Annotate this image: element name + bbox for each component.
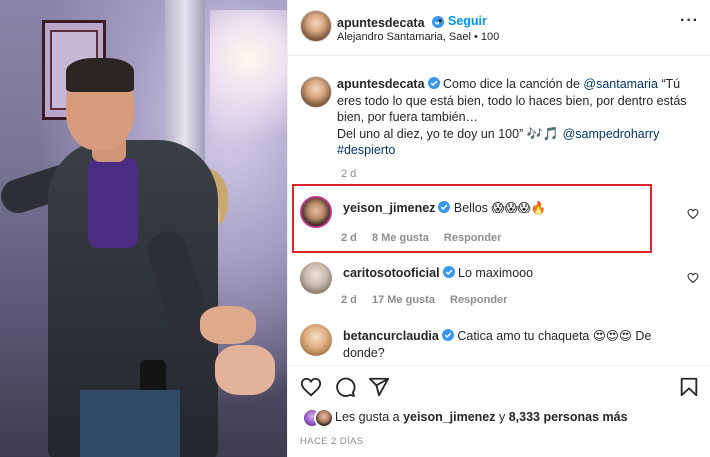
bookmark-icon[interactable] xyxy=(678,376,700,398)
liker-avatar xyxy=(314,408,334,428)
comment-avatar[interactable] xyxy=(300,324,332,356)
author-username[interactable]: apuntesdecata xyxy=(337,16,425,30)
author-avatar[interactable] xyxy=(300,10,332,42)
post-action-bar xyxy=(288,365,710,407)
media-man-hair xyxy=(66,58,134,92)
caption-mention-sampedroharry[interactable]: @sampedroharry xyxy=(563,127,660,141)
author-name-line: apuntesdecata xyxy=(337,14,444,32)
caption-music-emoji: 🎶🎵 xyxy=(526,125,560,141)
media-light xyxy=(210,10,287,170)
comment-meta: 2 d 17 Me gusta Responder xyxy=(341,294,519,306)
verified-icon xyxy=(427,77,440,89)
media-jeans xyxy=(80,390,180,457)
comment-text-line: betancurclaudia Catica amo tu chaqueta 😍… xyxy=(343,328,651,362)
caption-text-1: Como dice la canción de xyxy=(443,77,584,91)
caption-username[interactable]: apuntesdecata xyxy=(337,77,425,91)
caption-time: 2 d xyxy=(341,168,357,180)
follow-button[interactable]: Seguir xyxy=(448,14,487,28)
comment-text: Catica amo tu chaqueta xyxy=(457,329,593,343)
more-options-icon[interactable]: ··· xyxy=(680,12,699,30)
comment-likes[interactable]: 17 Me gusta xyxy=(372,294,435,306)
comment-text: Lo maximooo xyxy=(458,266,534,280)
media-man-sweater xyxy=(88,158,138,248)
caption-text-3: Del uno al diez, yo te doy un 100” xyxy=(337,126,524,141)
comment-time: 2 d xyxy=(341,294,357,306)
post-caption: apuntesdecata Como dice la canción de @s… xyxy=(337,76,689,159)
likes-count[interactable]: 8,333 personas más xyxy=(509,410,628,424)
comment-like-heart-icon[interactable] xyxy=(687,208,699,220)
comment-avatar[interactable] xyxy=(300,262,332,294)
likes-prefix: Les gusta a xyxy=(335,410,404,424)
likes-user[interactable]: yeison_jimenez xyxy=(403,410,495,424)
post-header: apuntesdecata • Seguir Alejandro Santama… xyxy=(288,0,710,56)
highlight-box xyxy=(292,184,652,253)
comment-emojis: 😍😍😍 xyxy=(592,329,632,343)
likes-middle: y xyxy=(495,410,509,424)
comment-reply-button[interactable]: Responder xyxy=(450,294,507,306)
post-audio-subline[interactable]: Alejandro Santamaria, Sael • 100 xyxy=(337,31,499,43)
comment-item: betancurclaudia Catica amo tu chaqueta 😍… xyxy=(288,324,710,364)
post-media-image[interactable] xyxy=(0,0,287,457)
caption-hashtag[interactable]: #despierto xyxy=(337,143,395,157)
verified-icon xyxy=(442,266,455,278)
comment-text-line: caritosotooficial Lo maximooo xyxy=(343,266,533,280)
post-timestamp: HACE 2 DÍAS xyxy=(300,436,364,447)
verified-icon xyxy=(441,329,454,341)
comment-username[interactable]: betancurclaudia xyxy=(343,329,439,343)
heart-icon[interactable] xyxy=(300,376,322,398)
comment-icon[interactable] xyxy=(334,376,356,398)
likes-summary[interactable]: Les gusta a yeison_jimenez y 8,333 perso… xyxy=(335,410,628,424)
media-hand-second xyxy=(215,345,275,395)
media-hand xyxy=(200,306,256,344)
header-separator: • xyxy=(438,14,443,28)
comment-text-cont: De xyxy=(631,329,652,343)
comment-username[interactable]: caritosotooficial xyxy=(343,266,440,280)
caption-mention-santamaria[interactable]: @santamaria xyxy=(583,77,658,91)
comment-like-heart-icon[interactable] xyxy=(687,272,699,284)
comment-text-wrap: donde? xyxy=(343,346,385,360)
caption-avatar[interactable] xyxy=(300,76,332,108)
comment-item: caritosotooficial Lo maximooo 2 d 17 Me … xyxy=(288,262,710,312)
share-icon[interactable] xyxy=(368,376,390,398)
